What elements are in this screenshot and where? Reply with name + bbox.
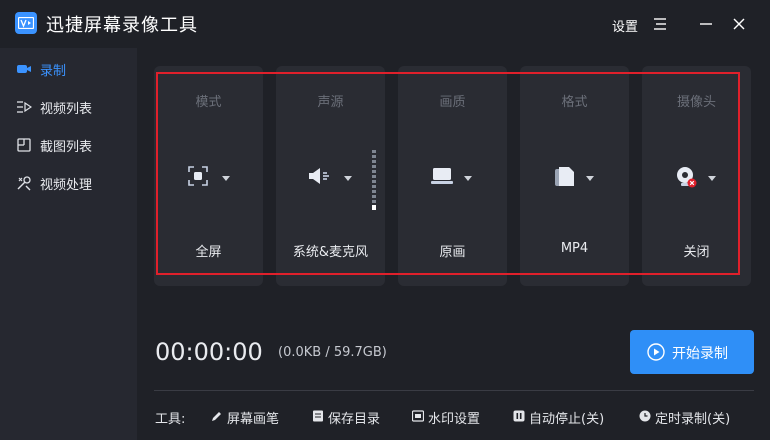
webcam-off-icon xyxy=(677,167,697,188)
fullscreen-icon xyxy=(188,166,208,186)
divider xyxy=(154,390,754,391)
tool-label: 水印设置 xyxy=(428,412,481,427)
option-value: MP4 xyxy=(560,241,589,256)
main-panel: 模式 全屏 声源 系统&麦克风 画质 原画 格式 MP4 摄像头 关闭 00:0… xyxy=(137,48,770,440)
option-caption: 声源 xyxy=(317,95,344,110)
option-caption: 模式 xyxy=(195,95,222,110)
menu-button[interactable] xyxy=(648,12,672,36)
sidebar-item-label: 录制 xyxy=(40,64,67,79)
tool-label: 屏幕画笔 xyxy=(227,412,280,427)
option-value: 全屏 xyxy=(195,245,222,260)
close-icon xyxy=(733,18,745,30)
folder-icon xyxy=(313,410,323,422)
option-card-quality[interactable]: 画质 原画 xyxy=(398,66,507,286)
close-button[interactable] xyxy=(727,12,751,36)
app-title: 迅捷屏幕录像工具 xyxy=(46,15,198,36)
chevron-down-icon xyxy=(586,176,594,181)
option-caption: 摄像头 xyxy=(676,95,716,110)
list-icon xyxy=(17,101,32,113)
pause-icon xyxy=(513,410,525,422)
tool-label: 保存目录 xyxy=(328,412,381,427)
option-value: 系统&麦克风 xyxy=(292,245,369,260)
speaker-icon xyxy=(309,168,329,184)
pen-icon xyxy=(212,412,221,421)
sidebar-item-label: 截图列表 xyxy=(40,140,93,155)
tool-label: 定时录制(关) xyxy=(655,412,731,427)
chevron-down-icon xyxy=(344,176,352,181)
sidebar-item-label: 视频列表 xyxy=(40,102,93,117)
sidebar-item-video-processing[interactable]: 视频处理 xyxy=(0,164,137,202)
menu-icon xyxy=(654,18,666,30)
app-logo-icon xyxy=(15,12,37,34)
start-recording-button[interactable]: 开始录制 xyxy=(630,330,754,374)
app-window: 迅捷屏幕录像工具 设置 录制 视频列表 截图列表 视频处理 模式 全屏 声源 系… xyxy=(0,0,770,440)
chevron-down-icon xyxy=(222,176,230,181)
sidebar-item-screenshot-list[interactable]: 截图列表 xyxy=(0,126,137,164)
file-size-status: (0.0KB / 59.7GB) xyxy=(278,345,387,360)
option-card-format[interactable]: 格式 MP4 xyxy=(520,66,629,286)
option-value: 关闭 xyxy=(683,245,710,260)
tool-label: 自动停止(关) xyxy=(529,412,605,427)
option-value: 原画 xyxy=(439,245,466,260)
start-recording-label: 开始录制 xyxy=(672,346,728,362)
title-bar: 迅捷屏幕录像工具 设置 xyxy=(0,0,770,48)
sidebar: 录制 视频列表 截图列表 视频处理 xyxy=(0,48,137,440)
camera-icon xyxy=(17,65,31,73)
clock-icon xyxy=(639,410,651,422)
option-card-audio-source[interactable]: 声源 系统&麦克风 xyxy=(276,66,385,286)
watermark-icon xyxy=(412,410,424,422)
tools-title: 工具: xyxy=(155,412,186,427)
option-caption: 画质 xyxy=(439,95,466,110)
monitor-icon xyxy=(431,168,453,184)
tools-icon xyxy=(17,176,31,191)
sidebar-item-label: 视频处理 xyxy=(40,178,93,193)
option-card-mode[interactable]: 模式 全屏 xyxy=(154,66,263,286)
audio-level-indicator xyxy=(372,205,376,210)
play-circle-icon xyxy=(647,343,665,361)
image-icon xyxy=(17,138,31,152)
file-icon xyxy=(555,167,574,186)
sidebar-item-record[interactable]: 录制 xyxy=(0,50,137,88)
chevron-down-icon xyxy=(464,176,472,181)
option-caption: 格式 xyxy=(561,95,588,110)
audio-level-meter xyxy=(372,150,376,210)
minimize-icon xyxy=(700,23,712,25)
sidebar-item-video-list[interactable]: 视频列表 xyxy=(0,88,137,126)
minimize-button[interactable] xyxy=(694,12,718,36)
option-card-webcam[interactable]: 摄像头 关闭 xyxy=(642,66,751,286)
recording-timer: 00:00:00 xyxy=(155,338,263,366)
settings-button[interactable]: 设置 xyxy=(612,16,638,35)
chevron-down-icon xyxy=(708,176,716,181)
